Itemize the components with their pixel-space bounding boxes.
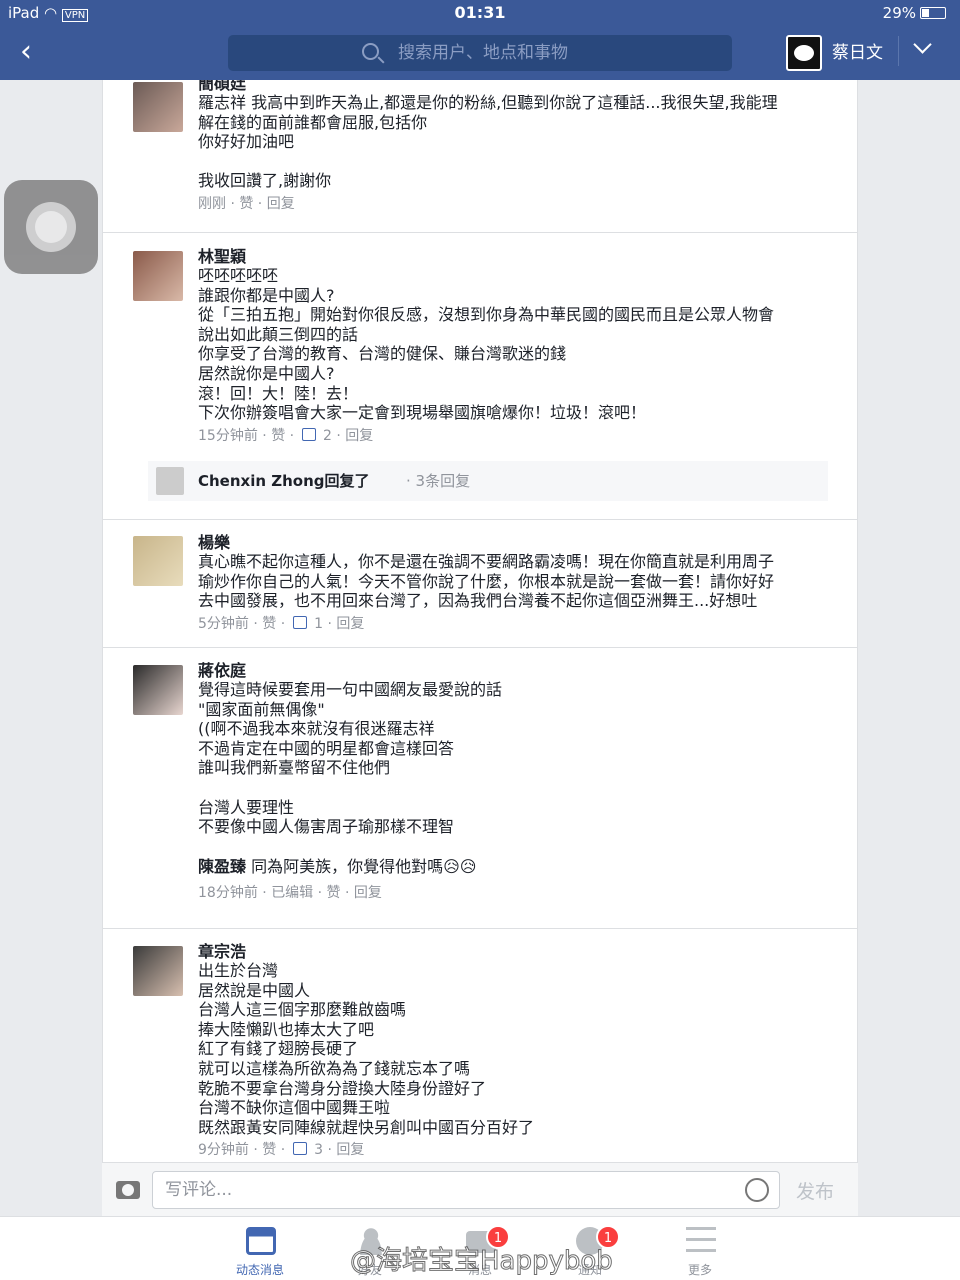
comment-composer: 写评论... 发布 xyxy=(102,1162,858,1216)
like-link[interactable]: 赞 xyxy=(262,616,276,632)
comment-list: 簡碩廷 羅志祥 我高中到昨天為止,都還是你的粉絲,但聽到你說了這種話...我很失… xyxy=(102,80,858,1162)
comment-meta: 9分钟前 · 赞 · 3 · 回复 xyxy=(198,1142,365,1159)
news-feed-icon xyxy=(246,1227,276,1255)
reply-count: · 3条回复 xyxy=(406,472,471,490)
like-count: 2 xyxy=(323,427,332,444)
like-link[interactable]: 赞 xyxy=(262,1142,276,1158)
comment-time: 9分钟前 xyxy=(198,1142,249,1159)
comment-author[interactable]: 簡碩廷 xyxy=(198,80,848,93)
clock: 01:31 xyxy=(454,3,506,22)
comment-item: 簡碩廷 羅志祥 我高中到昨天為止,都還是你的粉絲,但聽到你說了這種話...我很失… xyxy=(103,80,857,233)
avatar[interactable] xyxy=(133,665,183,715)
assistive-touch-button[interactable] xyxy=(4,180,98,274)
reply-author: Chenxin Zhong回复了 xyxy=(198,472,370,490)
thumbs-up-icon xyxy=(292,615,307,629)
reply-link[interactable]: 回复 xyxy=(345,428,373,444)
comment-item: 楊樂 真心瞧不起你這種人，你不是還在強調不要網路霸凌嗎！現在你簡直就是利用周子 … xyxy=(103,520,857,648)
mention-text: 同為阿美族，你覺得他對嗎😥😥 xyxy=(246,856,477,876)
comment-meta: 18分钟前 · 已编辑 · 赞 · 回复 xyxy=(198,885,382,902)
tab-more[interactable]: 更多 xyxy=(652,1217,748,1280)
search-input[interactable]: 搜索用户、地点和事物 xyxy=(228,35,732,71)
comment-meta: 15分钟前 · 赞 · 2 · 回复 xyxy=(198,427,374,444)
battery-icon xyxy=(920,7,946,19)
comment-meta: 刚刚 · 赞 · 回复 xyxy=(198,195,295,212)
comment-text: 羅志祥 我高中到昨天為止,都還是你的粉絲,但聽到你說了這種話...我很失望,我能… xyxy=(198,93,778,191)
battery-percent: 29% xyxy=(882,4,916,22)
comment-item: 章宗浩 出生於台灣 居然說是中國人 台灣人這三個字那麼難啟齒嗎 捧大陸懶趴也捧太… xyxy=(103,929,857,1162)
avatar[interactable] xyxy=(133,536,183,586)
avatar[interactable] xyxy=(133,946,183,996)
thumbs-up-icon xyxy=(301,427,316,441)
comment-text: 覺得這時候要套用一句中國網友最愛說的話 "國家面前無偶像" ((啊不過我本來就沒… xyxy=(198,680,503,837)
emoji-icon[interactable] xyxy=(745,1178,769,1202)
comment-mention-line: 陳盈臻 同為阿美族，你覺得他對嗎😥😥 xyxy=(198,857,848,877)
thumbs-up-icon xyxy=(292,1142,307,1156)
like-link[interactable]: 赞 xyxy=(271,428,285,444)
comment-author[interactable]: 楊樂 xyxy=(198,533,848,552)
avatar xyxy=(156,467,184,495)
comment-input[interactable]: 写评论... xyxy=(152,1171,780,1209)
reply-preview[interactable]: Chenxin Zhong回复了 · 3条回复 xyxy=(148,461,828,501)
avatar[interactable] xyxy=(133,251,183,301)
comment-meta: 5分钟前 · 赞 · 1 · 回复 xyxy=(198,615,365,632)
nav-divider xyxy=(898,36,899,66)
search-icon xyxy=(362,43,379,60)
reply-link[interactable]: 回复 xyxy=(267,196,295,212)
comment-text: 出生於台灣 居然說是中國人 台灣人這三個字那麼難啟齒嗎 捧大陸懶趴也捧太大了吧 … xyxy=(198,961,535,1137)
comment-author[interactable]: 林聖穎 xyxy=(198,247,848,266)
comment-item: 林聖穎 呸呸呸呸呸 誰跟你都是中國人? 從「三拍五抱」開始對你很反感，沒想到你身… xyxy=(103,233,857,520)
comment-item: 蔣依庭 覺得這時候要套用一句中國網友最愛說的話 "國家面前無偶像" ((啊不過我… xyxy=(103,648,857,929)
watermark: @海培宝宝Happybob xyxy=(350,1246,614,1277)
like-link[interactable]: 赞 xyxy=(239,196,253,212)
like-count: 3 xyxy=(314,1142,324,1159)
publish-button[interactable]: 发布 xyxy=(796,1177,834,1204)
menu-icon xyxy=(686,1227,716,1255)
avatar[interactable] xyxy=(133,82,183,132)
comment-text: 呸呸呸呸呸 誰跟你都是中國人? 從「三拍五抱」開始對你很反感，沒想到你身為中華民… xyxy=(198,266,775,423)
reply-link[interactable]: 回复 xyxy=(354,885,382,901)
reply-link[interactable]: 回复 xyxy=(336,616,364,632)
comment-text: 真心瞧不起你這種人，你不是還在強調不要網路霸凌嗎！現在你簡直就是利用周子 瑜炒作… xyxy=(198,552,775,611)
tab-label: 更多 xyxy=(687,1263,712,1277)
camera-icon[interactable] xyxy=(116,1181,140,1199)
comment-author[interactable]: 章宗浩 xyxy=(198,942,848,961)
user-name: 蔡日文 xyxy=(832,43,883,63)
comment-placeholder: 写评论... xyxy=(165,1180,233,1200)
top-nav: ‹ 搜索用户、地点和事物 蔡日文 xyxy=(0,26,960,80)
profile-link[interactable]: 蔡日文 xyxy=(786,35,883,71)
tab-news-feed[interactable]: 动态消息 xyxy=(212,1217,308,1280)
avatar xyxy=(786,35,822,71)
comment-author[interactable]: 蔣依庭 xyxy=(198,661,848,680)
comment-time: 刚刚 xyxy=(198,195,226,212)
edited-label: 已编辑 xyxy=(271,885,314,902)
comment-time: 5分钟前 xyxy=(198,615,249,632)
like-link[interactable]: 赞 xyxy=(327,885,341,901)
like-count: 1 xyxy=(314,615,324,632)
search-placeholder: 搜索用户、地点和事物 xyxy=(398,43,568,63)
back-arrow-icon[interactable]: ‹ xyxy=(20,34,32,70)
status-bar: iPad ◠ VPN 01:31 29% xyxy=(0,0,960,26)
mention-link[interactable]: 陳盈臻 xyxy=(198,857,246,876)
tab-label: 动态消息 xyxy=(235,1263,284,1277)
reply-count-text: 3条回复 xyxy=(415,472,471,490)
reply-link[interactable]: 回复 xyxy=(336,1142,364,1158)
comment-time: 18分钟前 xyxy=(198,885,258,902)
comment-time: 15分钟前 xyxy=(198,427,258,444)
